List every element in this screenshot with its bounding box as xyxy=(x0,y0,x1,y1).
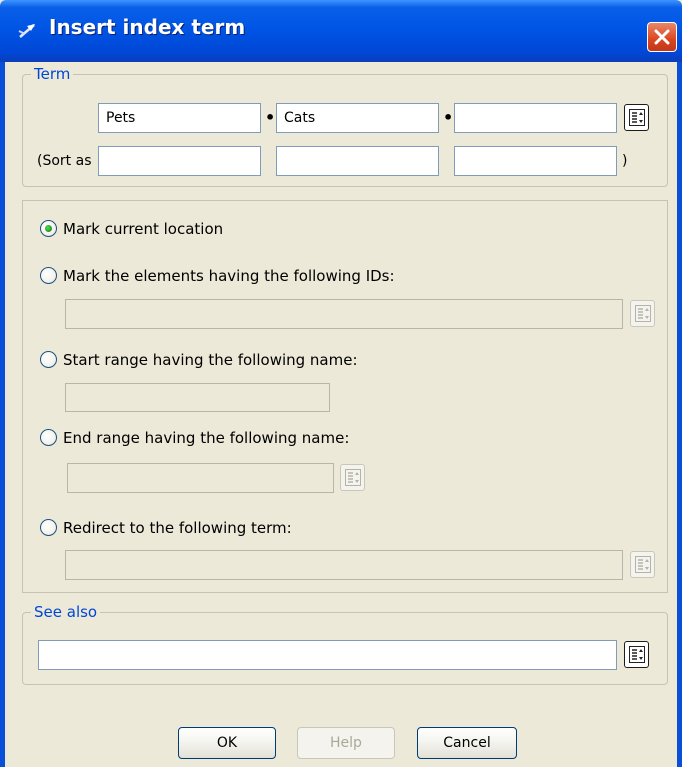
close-button[interactable] xyxy=(647,22,677,52)
end-range-input[interactable] xyxy=(67,463,334,493)
term-field-secondary[interactable] xyxy=(276,103,439,133)
close-icon xyxy=(654,29,670,45)
list-picker-icon xyxy=(629,646,645,663)
redirect-picker-button[interactable] xyxy=(630,551,655,578)
mark-ids-label: Mark the elements having the following I… xyxy=(63,267,395,285)
redirect-label: Redirect to the following term: xyxy=(63,519,292,537)
dialog-title: Insert index term xyxy=(49,15,246,39)
sort-field-primary[interactable] xyxy=(98,146,261,176)
radio-selected-dot xyxy=(45,225,52,232)
sort-as-label: (Sort as xyxy=(37,153,92,169)
cancel-button[interactable]: Cancel xyxy=(417,727,517,759)
start-range-input[interactable] xyxy=(65,383,330,412)
window-border-right xyxy=(677,62,682,767)
list-picker-icon xyxy=(345,469,361,486)
end-range-label: End range having the following name: xyxy=(63,429,350,447)
mark-current-label: Mark current location xyxy=(63,220,224,238)
mark-ids-radio[interactable] xyxy=(40,267,57,284)
term-field-primary[interactable] xyxy=(98,103,261,133)
title-bar[interactable]: Insert index term xyxy=(0,0,682,62)
help-button[interactable]: Help xyxy=(297,727,395,759)
term-legend: Term xyxy=(31,65,74,83)
mark-current-radio[interactable] xyxy=(40,220,57,237)
term-separator-dot: • xyxy=(443,108,454,127)
sort-field-tertiary[interactable] xyxy=(454,146,617,176)
term-picker-button[interactable] xyxy=(624,104,649,131)
insert-index-term-dialog: Insert index term Term • • (Sort as ) Ma… xyxy=(0,0,682,767)
sort-close-paren: ) xyxy=(622,153,628,169)
end-range-picker-button[interactable] xyxy=(340,464,365,491)
redirect-radio[interactable] xyxy=(40,519,57,536)
end-range-radio[interactable] xyxy=(40,429,57,446)
term-separator-dot: • xyxy=(265,108,276,127)
ok-button[interactable]: OK xyxy=(178,727,276,759)
see-also-input[interactable] xyxy=(38,640,617,670)
window-border-left xyxy=(0,62,5,767)
start-range-label: Start range having the following name: xyxy=(63,351,358,369)
redirect-input[interactable] xyxy=(65,550,623,580)
index-term-icon xyxy=(18,24,35,38)
list-picker-icon xyxy=(635,556,651,573)
see-also-legend: See also xyxy=(31,603,101,621)
mark-ids-input[interactable] xyxy=(65,299,623,329)
list-picker-icon xyxy=(635,305,651,322)
list-picker-icon xyxy=(629,109,645,126)
see-also-picker-button[interactable] xyxy=(624,641,649,668)
start-range-radio[interactable] xyxy=(40,351,57,368)
sort-field-secondary[interactable] xyxy=(276,146,439,176)
mark-ids-picker-button[interactable] xyxy=(630,300,655,327)
term-field-tertiary[interactable] xyxy=(454,103,617,133)
